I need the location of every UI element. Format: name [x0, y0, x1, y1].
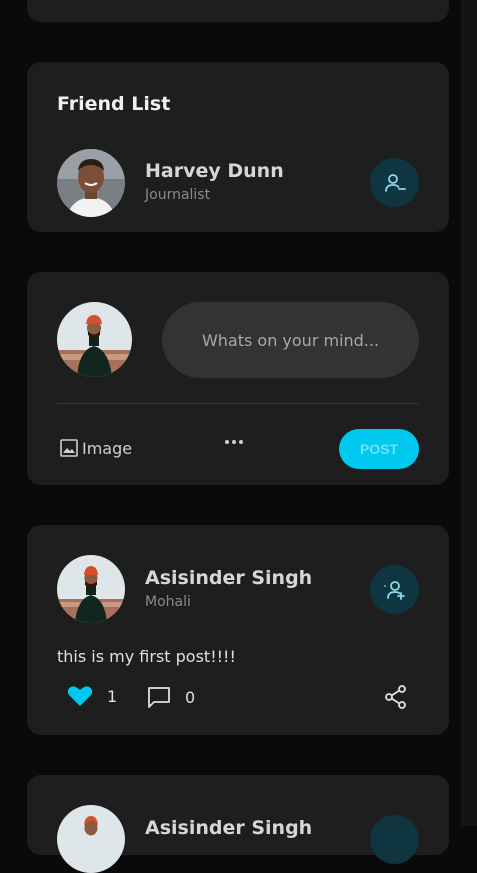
like-action[interactable]: 1 [67, 685, 117, 707]
post-button[interactable]: POST [339, 429, 419, 469]
friend-list-card: Friend List Harvey Dunn Journalist [27, 62, 449, 232]
image-icon [60, 439, 78, 457]
friend-name[interactable]: Harvey Dunn [145, 160, 284, 182]
remove-friend-button[interactable] [370, 158, 419, 207]
post-card: Asisinder Singh [27, 775, 449, 873]
more-icon[interactable] [225, 440, 243, 444]
previous-card [27, 0, 449, 22]
comment-action[interactable]: 0 [147, 685, 195, 709]
add-friend-button[interactable] [370, 815, 419, 864]
post-card: Asisinder Singh Mohali this is my first … [27, 525, 449, 735]
share-icon[interactable] [385, 685, 407, 709]
post-text: this is my first post!!!! [57, 647, 236, 666]
post-author-avatar[interactable] [57, 555, 125, 623]
friend-avatar[interactable] [57, 149, 125, 217]
image-button[interactable]: Image [59, 438, 132, 458]
post-author-location: Mohali [145, 594, 191, 610]
scrollbar-track [461, 0, 477, 826]
post-author-name[interactable]: Asisinder Singh [145, 567, 312, 589]
user-avatar[interactable] [57, 302, 132, 377]
image-label: Image [82, 438, 133, 458]
add-friend-button[interactable] [370, 565, 419, 614]
post-author-name[interactable]: Asisinder Singh [145, 817, 312, 839]
remove-friend-icon [384, 173, 406, 192]
status-input[interactable] [162, 302, 419, 378]
compose-divider [57, 403, 419, 404]
comment-count: 0 [185, 687, 196, 707]
add-friend-icon [383, 580, 405, 600]
like-count: 1 [107, 686, 118, 706]
share-button[interactable] [385, 685, 407, 709]
compose-card: Image POST [27, 272, 449, 485]
post-author-avatar[interactable] [57, 805, 125, 873]
heart-icon[interactable] [67, 685, 93, 707]
friend-subtitle: Journalist [145, 187, 211, 203]
friend-list-title: Friend List [57, 93, 171, 115]
comment-icon[interactable] [147, 685, 171, 709]
